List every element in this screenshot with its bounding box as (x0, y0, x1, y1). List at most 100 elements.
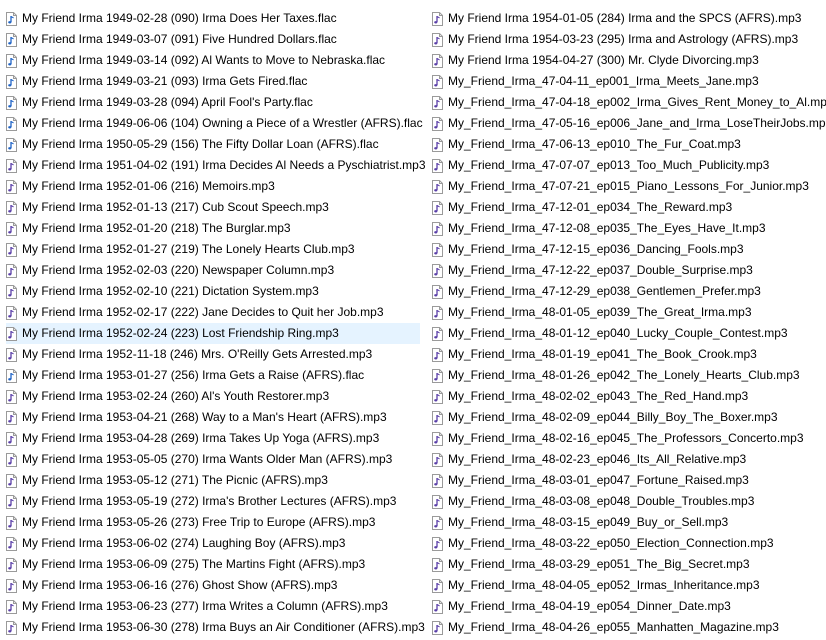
file-name: My Friend Irma 1952-01-20 (218) The Burg… (22, 221, 291, 235)
file-name: My Friend Irma 1952-01-13 (217) Cub Scou… (22, 200, 329, 214)
file-item[interactable]: My_Friend_Irma_48-01-05_ep039_The_Great_… (432, 302, 824, 323)
media-file-icon (432, 557, 443, 572)
media-file-icon (6, 242, 17, 257)
file-item[interactable]: My_Friend_Irma_48-02-02_ep043_The_Red_Ha… (432, 386, 824, 407)
file-item[interactable]: My Friend Irma 1953-05-12 (271) The Picn… (6, 470, 420, 491)
file-list: My Friend Irma 1949-02-28 (090) Irma Doe… (0, 8, 826, 640)
file-item[interactable]: My_Friend_Irma_47-12-08_ep035_The_Eyes_H… (432, 218, 824, 239)
media-file-icon (6, 347, 17, 362)
file-item[interactable]: My Friend Irma 1953-04-21 (268) Way to a… (6, 407, 420, 428)
file-name: My_Friend_Irma_47-12-08_ep035_The_Eyes_H… (448, 221, 766, 235)
file-name: My_Friend_Irma_48-01-05_ep039_The_Great_… (448, 305, 752, 319)
file-item[interactable]: My Friend Irma 1949-03-28 (094) April Fo… (6, 92, 420, 113)
file-item[interactable]: My_Friend_Irma_48-03-29_ep051_The_Big_Se… (432, 554, 824, 575)
media-file-icon (432, 32, 443, 47)
file-item[interactable]: My Friend Irma 1949-03-07 (091) Five Hun… (6, 29, 420, 50)
file-item[interactable]: My_Friend_Irma_48-03-01_ep047_Fortune_Ra… (432, 470, 824, 491)
file-item[interactable]: My Friend Irma 1952-02-17 (222) Jane Dec… (6, 302, 420, 323)
file-item[interactable]: My Friend Irma 1949-03-21 (093) Irma Get… (6, 71, 420, 92)
audio-file-icon (6, 11, 17, 26)
file-item[interactable]: My Friend Irma 1952-01-13 (217) Cub Scou… (6, 197, 420, 218)
file-item[interactable]: My_Friend_Irma_47-12-29_ep038_Gentlemen_… (432, 281, 824, 302)
file-item[interactable]: My Friend Irma 1953-04-28 (269) Irma Tak… (6, 428, 420, 449)
file-item[interactable]: My_Friend_Irma_47-04-11_ep001_Irma_Meets… (432, 71, 824, 92)
file-item[interactable]: My Friend Irma 1950-05-29 (156) The Fift… (6, 134, 420, 155)
file-item[interactable]: My Friend Irma 1951-04-02 (191) Irma Dec… (6, 155, 426, 176)
file-item[interactable]: My_Friend_Irma_48-04-19_ep054_Dinner_Dat… (432, 596, 824, 617)
file-item[interactable]: My Friend Irma 1949-06-06 (104) Owning a… (6, 113, 423, 134)
media-file-icon (432, 536, 443, 551)
file-item[interactable]: My_Friend_Irma_47-12-01_ep034_The_Reward… (432, 197, 824, 218)
file-item[interactable]: My Friend Irma 1953-06-23 (277) Irma Wri… (6, 596, 420, 617)
file-item[interactable]: My Friend Irma 1952-02-10 (221) Dictatio… (6, 281, 420, 302)
file-item[interactable]: My_Friend_Irma_47-07-21_ep015_Piano_Less… (432, 176, 824, 197)
file-item[interactable]: My_Friend_Irma_48-03-08_ep048_Double_Tro… (432, 491, 824, 512)
audio-file-icon (6, 95, 17, 110)
media-file-icon (432, 620, 443, 635)
file-item[interactable]: My Friend Irma 1953-01-27 (256) Irma Get… (6, 365, 420, 386)
media-file-icon (6, 515, 17, 530)
file-item[interactable]: My_Friend_Irma_47-12-15_ep036_Dancing_Fo… (432, 239, 824, 260)
file-item[interactable]: My Friend Irma 1953-06-09 (275) The Mart… (6, 554, 420, 575)
file-item[interactable]: My Friend Irma 1953-05-26 (273) Free Tri… (6, 512, 420, 533)
audio-file-icon (6, 116, 17, 131)
file-item[interactable]: My_Friend_Irma_48-01-19_ep041_The_Book_C… (432, 344, 824, 365)
file-name: My_Friend_Irma_48-03-08_ep048_Double_Tro… (448, 494, 755, 508)
file-item[interactable]: My Friend Irma 1953-06-16 (276) Ghost Sh… (6, 575, 420, 596)
file-item[interactable]: My_Friend_Irma_48-01-12_ep040_Lucky_Coup… (432, 323, 824, 344)
file-item[interactable]: My_Friend_Irma_47-04-18_ep002_Irma_Gives… (432, 92, 826, 113)
file-item[interactable]: My_Friend_Irma_48-02-23_ep046_Its_All_Re… (432, 449, 824, 470)
media-file-icon (432, 368, 443, 383)
file-item[interactable]: My_Friend_Irma_48-03-15_ep049_Buy_or_Sel… (432, 512, 824, 533)
file-name: My_Friend_Irma_47-05-16_ep006_Jane_and_I… (448, 116, 826, 130)
audio-file-icon (6, 137, 17, 152)
media-file-icon (432, 494, 443, 509)
file-item[interactable]: My_Friend_Irma_48-02-09_ep044_Billy_Boy_… (432, 407, 824, 428)
media-file-icon (432, 284, 443, 299)
file-name: My Friend Irma 1953-06-16 (276) Ghost Sh… (22, 578, 338, 592)
media-file-icon (432, 599, 443, 614)
media-file-icon (432, 389, 443, 404)
file-item[interactable]: My Friend Irma 1953-06-30 (278) Irma Buy… (6, 617, 425, 638)
file-item[interactable]: My Friend Irma 1953-05-19 (272) Irma's B… (6, 491, 420, 512)
file-item[interactable]: My Friend Irma 1949-02-28 (090) Irma Doe… (6, 8, 420, 29)
media-file-icon (6, 452, 17, 467)
file-item[interactable]: My Friend Irma 1954-03-23 (295) Irma and… (432, 29, 824, 50)
media-file-icon (6, 599, 17, 614)
file-item[interactable]: My_Friend_Irma_48-02-16_ep045_The_Profes… (432, 428, 824, 449)
media-file-icon (432, 74, 443, 89)
file-name: My Friend Irma 1949-06-06 (104) Owning a… (22, 116, 423, 130)
audio-file-icon (6, 368, 17, 383)
file-name: My_Friend_Irma_48-03-22_ep050_Election_C… (448, 536, 774, 550)
media-file-icon (6, 389, 17, 404)
file-item[interactable]: My Friend Irma 1954-01-05 (284) Irma and… (432, 8, 824, 29)
file-item[interactable]: My_Friend_Irma_47-06-13_ep010_The_Fur_Co… (432, 134, 824, 155)
file-item[interactable]: My_Friend_Irma_48-01-26_ep042_The_Lonely… (432, 365, 824, 386)
file-item[interactable]: My_Friend_Irma_48-04-05_ep052_Irmas_Inhe… (432, 575, 824, 596)
file-item[interactable]: My Friend Irma 1953-06-02 (274) Laughing… (6, 533, 420, 554)
file-item[interactable]: My_Friend_Irma_47-07-07_ep013_Too_Much_P… (432, 155, 824, 176)
file-item[interactable]: My_Friend_Irma_47-05-16_ep006_Jane_and_I… (432, 113, 826, 134)
file-item[interactable]: My Friend Irma 1952-11-18 (246) Mrs. O'R… (6, 344, 420, 365)
file-item[interactable]: My Friend Irma 1952-02-03 (220) Newspape… (6, 260, 420, 281)
file-item[interactable]: My Friend Irma 1954-04-27 (300) Mr. Clyd… (432, 50, 824, 71)
file-name: My Friend Irma 1954-01-05 (284) Irma and… (448, 11, 802, 25)
file-name: My Friend Irma 1953-04-21 (268) Way to a… (22, 410, 387, 424)
file-item[interactable]: My_Friend_Irma_48-04-26_ep055_Manhatten_… (432, 617, 824, 638)
media-file-icon (6, 494, 17, 509)
file-item[interactable]: My Friend Irma 1953-05-05 (270) Irma Wan… (6, 449, 420, 470)
file-item[interactable]: My Friend Irma 1952-01-27 (219) The Lone… (6, 239, 420, 260)
media-file-icon (432, 137, 443, 152)
file-item[interactable]: My_Friend_Irma_48-03-22_ep050_Election_C… (432, 533, 824, 554)
media-file-icon (432, 305, 443, 320)
file-item[interactable]: My_Friend_Irma_47-12-22_ep037_Double_Sur… (432, 260, 824, 281)
file-item[interactable]: My Friend Irma 1952-02-24 (223) Lost Fri… (6, 323, 420, 344)
file-column-left: My Friend Irma 1949-02-28 (090) Irma Doe… (6, 8, 426, 638)
file-name: My_Friend_Irma_48-02-16_ep045_The_Profes… (448, 431, 804, 445)
file-item[interactable]: My Friend Irma 1952-01-06 (216) Memoirs.… (6, 176, 420, 197)
file-item[interactable]: My Friend Irma 1949-03-14 (092) Al Wants… (6, 50, 420, 71)
file-item[interactable]: My Friend Irma 1952-01-20 (218) The Burg… (6, 218, 420, 239)
file-item[interactable]: My Friend Irma 1953-02-24 (260) Al's You… (6, 386, 420, 407)
media-file-icon (432, 410, 443, 425)
media-file-icon (6, 578, 17, 593)
